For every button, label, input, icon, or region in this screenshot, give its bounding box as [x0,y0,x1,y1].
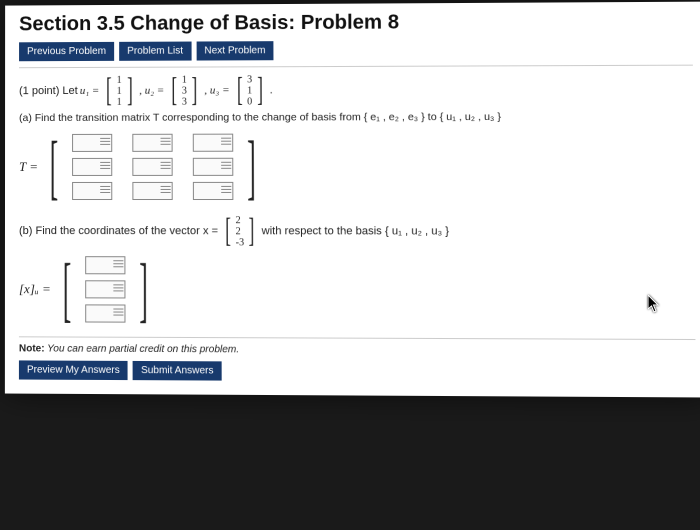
resize-icon [161,186,171,196]
t-input-21[interactable] [72,158,112,176]
x-entry-1: 2 [236,215,244,226]
resize-icon [221,138,231,148]
t-equals-label: T = [19,159,38,175]
xu-input-1[interactable] [85,256,125,274]
t-input-33[interactable] [193,182,234,200]
resize-icon [221,162,231,172]
u2-label: , u₂ = [139,85,164,97]
t-input-13[interactable] [193,134,233,152]
part-b-text: (b) Find the coordinates of the vector x… [19,214,695,249]
u3-label: , u₃ = [204,84,229,96]
resize-icon [161,138,171,148]
x-entry-3: -3 [236,237,244,248]
resize-icon [113,284,123,294]
resize-icon [113,260,123,270]
t-input-11[interactable] [72,134,112,152]
u2-entry-2: 3 [182,85,187,96]
t-input-23[interactable] [193,158,233,176]
u1-vector: [ 1 1 1 ] [103,74,135,108]
note-text: You can earn partial credit on this prob… [45,343,240,355]
part-b-prefix: (b) Find the coordinates of the vector x… [19,225,218,237]
resize-icon [161,162,171,172]
left-bracket-icon: [ [63,255,71,323]
right-bracket-icon: ] [247,135,256,199]
left-bracket-icon: [ [50,135,58,199]
u2-entry-1: 1 [182,74,187,85]
webwork-page: Section 3.5 Change of Basis: Problem 8 P… [5,2,700,398]
xu-input-3[interactable] [85,304,125,322]
x-vector: [ 2 2 -3 ] [222,214,258,248]
resize-icon [221,186,231,196]
u3-entry-2: 1 [247,85,252,96]
u1-entry-2: 1 [117,85,122,96]
partial-credit-note: Note: You can earn partial credit on thi… [19,343,696,357]
right-bracket-icon: ] [139,255,148,323]
u3-vector: [ 3 1 0 ] [234,73,266,107]
divider [19,65,693,69]
t-matrix-grid [66,130,239,204]
answer-buttons: Preview My Answers Submit Answers [19,360,696,383]
preview-answers-button[interactable]: Preview My Answers [19,360,128,380]
resize-icon [100,186,110,196]
problem-nav: Previous Problem Problem List Next Probl… [19,39,693,61]
problem-statement: (1 point) Let u₁ = [ 1 1 1 ] , u₂ = [ 1 … [19,72,693,108]
resize-icon [100,138,110,148]
u2-entry-3: 3 [182,96,187,107]
xu-input-2[interactable] [85,280,125,298]
u3-entry-3: 0 [247,96,252,107]
submit-answers-button[interactable]: Submit Answers [133,361,222,381]
u3-entry-1: 3 [247,74,252,85]
resize-icon [100,162,110,172]
xu-vector-grid [79,252,131,327]
u1-entry-3: 1 [117,96,122,107]
t-input-31[interactable] [72,182,112,200]
xu-equals-label: [x]ᵤ = [19,281,51,297]
x-entry-2: 2 [236,226,244,237]
u1-label: u₁ = [80,85,100,97]
t-input-22[interactable] [132,158,172,176]
coordinate-vector-block: [x]ᵤ = [ ] [19,252,695,329]
note-bold: Note: [19,343,45,354]
u2-vector: [ 1 3 3 ] [168,74,200,108]
t-input-12[interactable] [132,134,172,152]
statement-period: . [270,84,273,96]
t-input-32[interactable] [132,182,172,200]
page-title: Section 3.5 Change of Basis: Problem 8 [19,10,693,37]
next-problem-button[interactable]: Next Problem [196,41,273,60]
part-a-text: (a) Find the transition matrix T corresp… [19,110,693,124]
problem-list-button[interactable]: Problem List [119,42,191,61]
points-label: (1 point) Let [19,85,78,97]
divider [19,336,696,340]
resize-icon [113,308,123,318]
part-b-suffix: with respect to the basis { u₁ , u₂ , u₃… [262,225,449,237]
transition-matrix-block: T = [ ] [19,129,694,204]
previous-problem-button[interactable]: Previous Problem [19,42,114,61]
u1-entry-1: 1 [117,74,122,85]
